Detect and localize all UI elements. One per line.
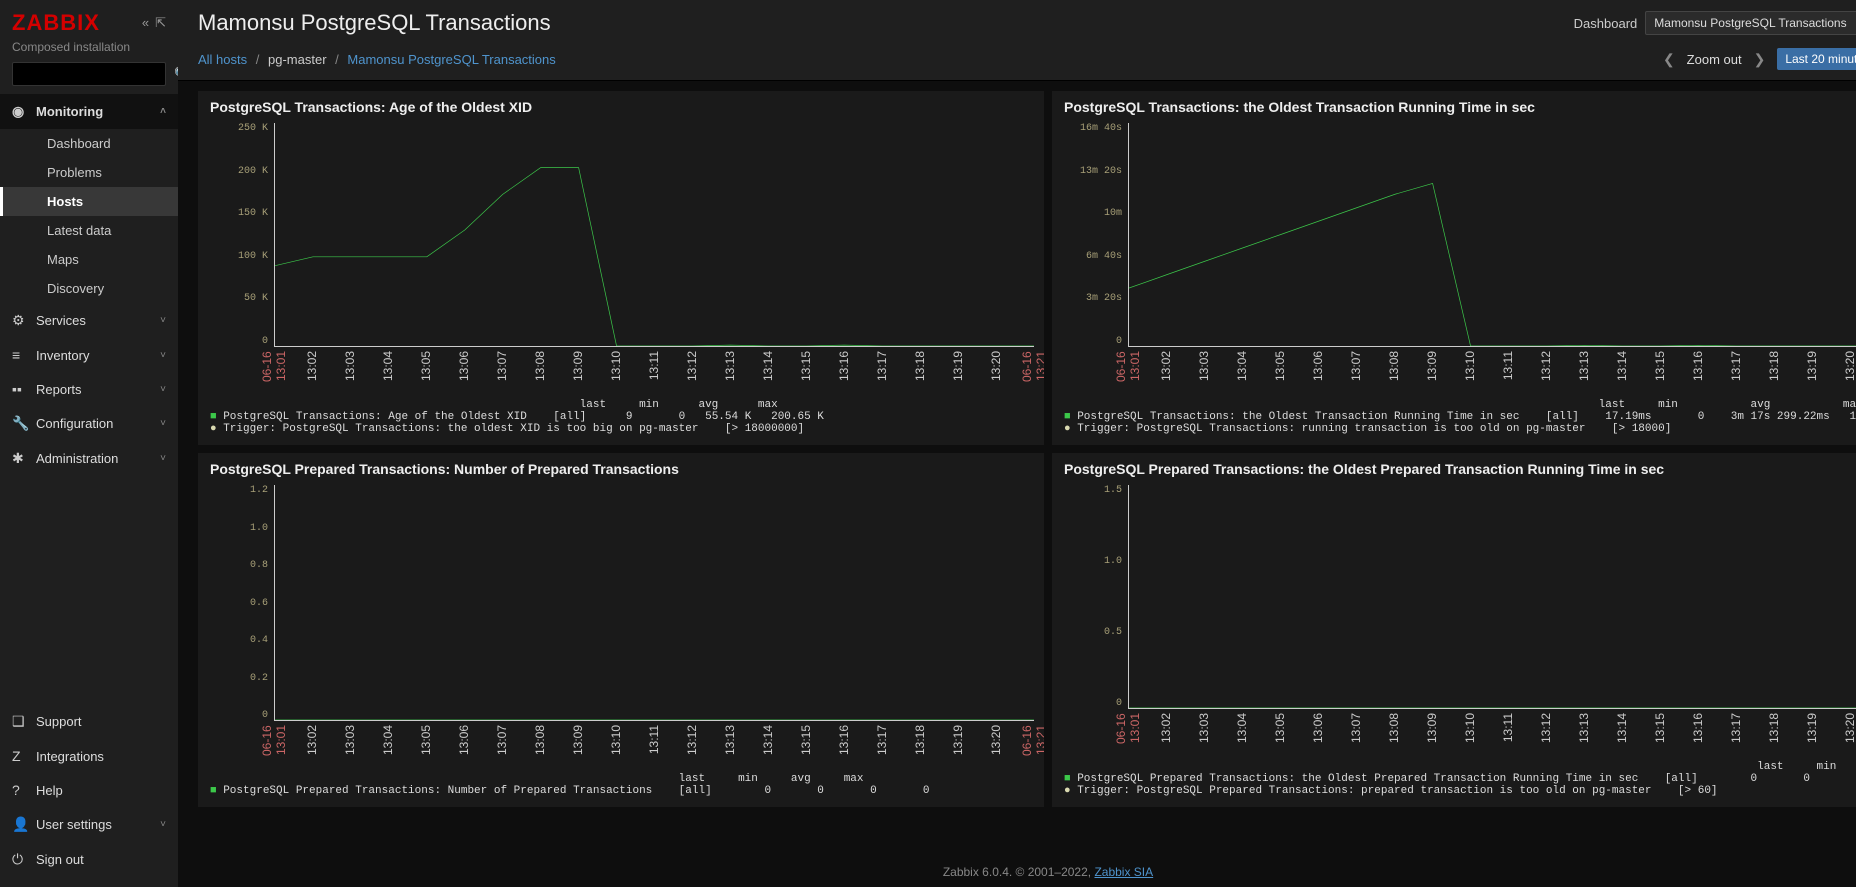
install-subtitle: Composed installation: [0, 40, 178, 62]
sidebar-sub-latest[interactable]: Latest data: [0, 216, 178, 245]
time-next-icon[interactable]: ❯: [1754, 51, 1766, 68]
list-icon: ≡: [12, 347, 36, 363]
eye-icon: ◉: [12, 103, 36, 120]
gear-icon: ⚙: [12, 312, 36, 329]
sidebar-item-label: Services: [36, 313, 86, 328]
chart-legend: last min avg max■ PostgreSQL Prepared Tr…: [198, 767, 1044, 807]
sidebar-item-label: Sign out: [36, 852, 84, 867]
chart-icon: ▪▪: [12, 381, 36, 397]
sidebar-item-support[interactable]: ❑ Support: [0, 704, 178, 739]
chart-plot[interactable]: [274, 485, 1034, 721]
breadcrumb-row: All hosts / pg-master / Mamonsu PostgreS…: [178, 42, 1856, 81]
chevron-down-icon: ˅: [160, 384, 166, 395]
topbar: Mamonsu PostgreSQL Transactions Dashboar…: [178, 0, 1856, 42]
chart-plot[interactable]: [274, 123, 1034, 347]
sidebar-item-configuration[interactable]: 🔧 Configuration ˅: [0, 406, 178, 441]
chart-legend: last min avg max■ PostgreSQL Transaction…: [1052, 393, 1856, 445]
user-icon: 👤: [12, 816, 36, 833]
chart-legend: last min avg max■ PostgreSQL Prepared Tr…: [1052, 755, 1856, 807]
sidebar-item-label: User settings: [36, 817, 112, 832]
chevron-down-icon: ˅: [160, 418, 166, 429]
help-icon: ?: [12, 782, 36, 798]
sidebar-item-label: Help: [36, 783, 63, 798]
sidebar-sub-problems[interactable]: Problems: [0, 158, 178, 187]
chevron-up-icon: ˄: [160, 106, 166, 117]
dashboard-label: Dashboard: [1574, 16, 1638, 31]
sidebar-item-help[interactable]: ? Help: [0, 773, 178, 807]
sidebar-sub-discovery[interactable]: Discovery: [0, 274, 178, 303]
integrations-icon: Z: [12, 748, 36, 764]
card-0: PostgreSQL Transactions: Age of the Olde…: [198, 91, 1044, 445]
breadcrumb-allhosts[interactable]: All hosts: [198, 52, 247, 67]
chevron-down-icon: ˅: [160, 453, 166, 464]
sidebar-item-label: Support: [36, 714, 82, 729]
card-3: PostgreSQL Prepared Transactions: the Ol…: [1052, 453, 1856, 807]
breadcrumb-current[interactable]: Mamonsu PostgreSQL Transactions: [347, 52, 555, 67]
sidebar-item-label: Integrations: [36, 749, 104, 764]
time-range-value: Last 20 minutes: [1785, 52, 1856, 66]
chart-title: PostgreSQL Prepared Transactions: the Ol…: [1052, 453, 1856, 485]
y-axis: 1.21.00.80.60.40.20: [198, 485, 274, 721]
sidebar-item-reports[interactable]: ▪▪ Reports ˅: [0, 372, 178, 406]
logo-row: ZABBIX « ⇱: [0, 0, 178, 40]
search-input-wrap[interactable]: 🔍: [12, 62, 166, 86]
sidebar-sub-dashboard[interactable]: Dashboard: [0, 129, 178, 158]
footer-text: Zabbix 6.0.4. © 2001–2022,: [943, 865, 1095, 879]
chart-title: PostgreSQL Transactions: the Oldest Tran…: [1052, 91, 1856, 123]
breadcrumb: All hosts / pg-master / Mamonsu PostgreS…: [198, 52, 556, 67]
chart-plot[interactable]: [1128, 485, 1856, 709]
sidebar-item-services[interactable]: ⚙ Services ˅: [0, 303, 178, 338]
zoom-out-button[interactable]: Zoom out: [1687, 52, 1742, 67]
sidebar-item-signout[interactable]: ⏻ Sign out: [0, 842, 178, 877]
y-axis: 1.51.00.50: [1052, 485, 1128, 709]
logo[interactable]: ZABBIX: [12, 10, 100, 36]
footer-link[interactable]: Zabbix SIA: [1094, 865, 1153, 879]
breadcrumb-host[interactable]: pg-master: [268, 52, 327, 67]
chart-legend: last min avg max■ PostgreSQL Transaction…: [198, 393, 1044, 445]
chart-title: PostgreSQL Prepared Transactions: Number…: [198, 453, 1044, 485]
search-input[interactable]: [19, 67, 174, 81]
dashboard-select[interactable]: Mamonsu PostgreSQL Transactions: [1645, 11, 1856, 35]
card-2: PostgreSQL Prepared Transactions: Number…: [198, 453, 1044, 807]
sidebar-sub-maps[interactable]: Maps: [0, 245, 178, 274]
sidebar-item-inventory[interactable]: ≡ Inventory ˅: [0, 338, 178, 372]
chevron-down-icon: ˅: [160, 819, 166, 830]
sidebar-item-label: Inventory: [36, 348, 89, 363]
time-prev-icon[interactable]: ❮: [1663, 51, 1675, 68]
sidebar-item-label: Configuration: [36, 416, 113, 431]
sidebar-item-monitoring[interactable]: ◉ Monitoring ˄: [0, 94, 178, 129]
y-axis: 16m 40s13m 20s10m6m 40s3m 20s0: [1052, 123, 1128, 347]
sidebar-sub-hosts[interactable]: Hosts: [0, 187, 178, 216]
sidebar-item-administration[interactable]: ✱ Administration ˅: [0, 441, 178, 476]
sidebar-item-integrations[interactable]: Z Integrations: [0, 739, 178, 773]
sidebar-item-label: Reports: [36, 382, 82, 397]
dashboard-grid: PostgreSQL Transactions: Age of the Olde…: [178, 81, 1856, 857]
sidebar-item-user[interactable]: 👤 User settings ˅: [0, 807, 178, 842]
cogs-icon: ✱: [12, 450, 36, 467]
support-icon: ❑: [12, 713, 36, 730]
collapse-icon[interactable]: «: [142, 15, 149, 31]
sidebar: ZABBIX « ⇱ Composed installation 🔍 ◉ Mon…: [0, 0, 178, 887]
footer: Zabbix 6.0.4. © 2001–2022, Zabbix SIA: [178, 857, 1856, 887]
chart-title: PostgreSQL Transactions: Age of the Olde…: [198, 91, 1044, 123]
time-range-select[interactable]: Last 20 minutes 🕒: [1777, 48, 1856, 70]
dashboard-select-value: Mamonsu PostgreSQL Transactions: [1654, 16, 1846, 30]
main-area: Mamonsu PostgreSQL Transactions Dashboar…: [178, 0, 1856, 887]
chevron-down-icon: ˅: [160, 315, 166, 326]
card-1: PostgreSQL Transactions: the Oldest Tran…: [1052, 91, 1856, 445]
wrench-icon: 🔧: [12, 415, 36, 432]
chevron-down-icon: ˅: [160, 350, 166, 361]
sidebar-item-label: Administration: [36, 451, 118, 466]
power-icon: ⏻: [12, 851, 36, 868]
chart-plot[interactable]: [1128, 123, 1856, 347]
popout-icon[interactable]: ⇱: [155, 15, 166, 31]
page-title: Mamonsu PostgreSQL Transactions: [198, 10, 551, 36]
y-axis: 250 K200 K150 K100 K50 K0: [198, 123, 274, 347]
sidebar-item-label: Monitoring: [36, 104, 103, 119]
